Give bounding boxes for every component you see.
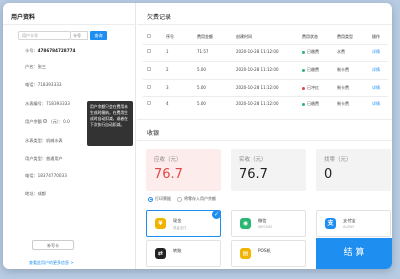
detail-link[interactable]: 详情: [372, 49, 380, 55]
settle-button[interactable]: 结 算: [316, 238, 392, 269]
divider: [137, 140, 392, 141]
col-header: 序号: [166, 34, 174, 39]
paid-amount-box[interactable]: 实收（元） 76.7: [231, 149, 306, 191]
section-title-records: 欠费记录: [147, 14, 172, 21]
status-badge: 已冲红: [302, 85, 319, 91]
meter-type-field: 水表类型：机械水表: [25, 138, 63, 143]
detail-link[interactable]: 详情: [372, 101, 380, 107]
radio-selected-icon: [148, 196, 153, 202]
more-info-link[interactable]: 查看此用户的更多信息 >: [29, 260, 74, 266]
panel-title: 用户资料: [11, 14, 36, 21]
name-field: 户名：张三: [25, 64, 46, 69]
alipay-icon: 支: [325, 218, 336, 229]
detail-link[interactable]: 详情: [372, 85, 380, 91]
radio-print-receipt[interactable]: 打印票据: [148, 196, 171, 202]
card-no-field: 卡号：4786784728774: [25, 48, 76, 53]
main-panel: 欠费记录 序号 费用金额 创建时间 费用状态 费用类型 操作 1 71.57 2…: [137, 3, 392, 269]
status-badge: 已缴费: [302, 67, 319, 73]
change-amount-box: 找零（元） 0: [316, 149, 391, 191]
select-all-checkbox[interactable]: [147, 34, 151, 38]
col-header: 费用金额: [197, 34, 213, 39]
search-input[interactable]: 用户卡号: [18, 31, 71, 40]
divider: [137, 119, 392, 120]
add-card-button[interactable]: 补写卡: [32, 240, 74, 250]
col-header: 操作: [372, 34, 380, 39]
info-icon[interactable]: [43, 119, 48, 123]
pay-method-cash[interactable]: ¥ 现金 现金支付 ✓: [146, 210, 221, 237]
pay-method-wechat[interactable]: ◉ 微信 WECHAT: [231, 210, 306, 237]
detail-link[interactable]: 详情: [372, 67, 380, 73]
status-badge: 已缴费: [302, 101, 319, 107]
pay-method-pos[interactable]: ▤ POS机: [231, 240, 306, 267]
address-field: 地址：成都: [25, 191, 46, 196]
balance-field: 用户余额 （元）：0.0: [25, 119, 70, 124]
row-checkbox[interactable]: [147, 85, 151, 89]
pay-method-transfer[interactable]: ⇄ 转账: [146, 240, 221, 267]
mobile-field: 电话：18374770033: [25, 173, 67, 178]
col-header: 费用状态: [302, 34, 318, 39]
divider: [3, 24, 136, 25]
row-checkbox[interactable]: [147, 67, 151, 71]
divider: [143, 79, 388, 80]
radio-unselected-icon: [177, 196, 182, 202]
water-meter-field: 水表编号：718393333: [25, 101, 70, 106]
wechat-icon: ◉: [240, 218, 251, 229]
user-panel: 用户资料 用户卡号 卡号 查询 卡号：4786784728774 户名：张三 电…: [3, 3, 136, 269]
balance-tooltip: 用户余额只会在费用未生成时缴纳，在费用生成时自动扣减，或者在下次执行自动扣减。: [87, 101, 133, 146]
phone-field: 电话：718393333: [25, 82, 62, 87]
user-type-field: 用户类型：普通用户: [25, 156, 63, 161]
divider: [143, 44, 388, 45]
divider: [143, 61, 388, 62]
cash-icon: ¥: [155, 218, 166, 229]
search-type-select[interactable]: 卡号: [71, 31, 88, 40]
due-amount-box: 应收（元） 76.7: [146, 149, 221, 191]
selected-check-icon: ✓: [212, 210, 221, 219]
transfer-icon: ⇄: [155, 248, 166, 259]
divider: [143, 96, 388, 97]
pos-icon: ▤: [240, 248, 251, 259]
col-header: 创建时间: [236, 34, 252, 39]
divider: [137, 24, 392, 25]
radio-deposit-to-account[interactable]: 将零存入用户余额: [177, 196, 216, 202]
app-window: 用户资料 用户卡号 卡号 查询 卡号：4786784728774 户名：张三 电…: [3, 3, 392, 269]
row-checkbox[interactable]: [147, 101, 151, 105]
pay-method-alipay[interactable]: 支 支付宝 ALIPAY: [316, 210, 391, 237]
search-button[interactable]: 查询: [90, 31, 107, 40]
section-title-payment: 收银: [147, 130, 160, 137]
status-badge: 已缴费: [302, 49, 319, 55]
col-header: 费用类型: [337, 34, 353, 39]
row-checkbox[interactable]: [147, 49, 151, 53]
